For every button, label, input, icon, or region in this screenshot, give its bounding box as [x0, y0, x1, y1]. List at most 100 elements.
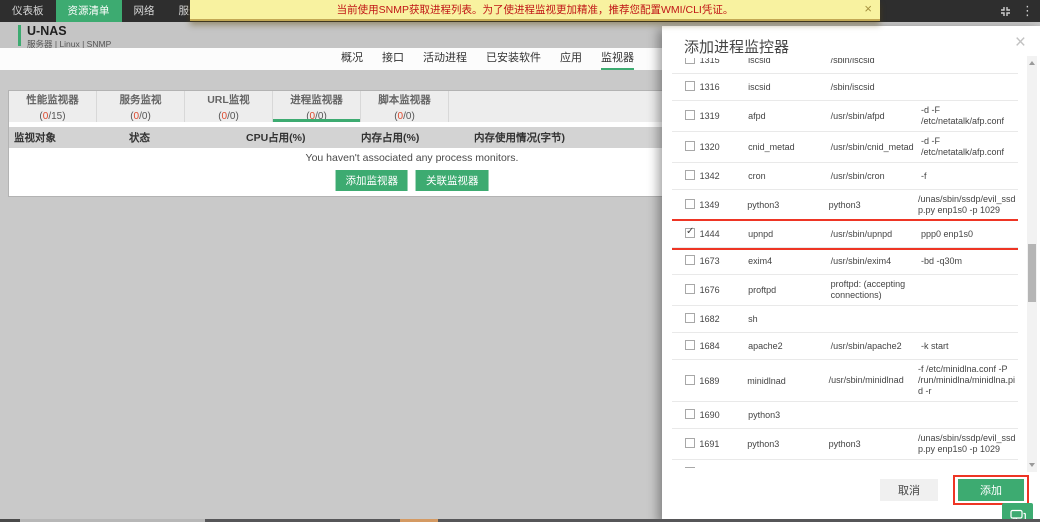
process-checkbox[interactable]: [685, 81, 695, 91]
process-name: apache2: [748, 341, 830, 351]
tab-applications[interactable]: 应用: [560, 48, 582, 70]
checkbox-cell: [672, 225, 700, 243]
process-row[interactable]: 1690 python3: [672, 402, 1018, 429]
process-name: minidlnad: [747, 376, 828, 386]
subtab-script-monitors[interactable]: 脚本监视器 (0/0): [361, 91, 449, 122]
process-path: /usr/sbin/minidlnad: [829, 375, 918, 386]
collapse-icon[interactable]: [1000, 6, 1011, 17]
tab-installed-software[interactable]: 已安装软件: [486, 48, 541, 70]
process-checkbox[interactable]: [685, 199, 695, 209]
scrollbar-thumb[interactable]: [1028, 244, 1036, 302]
add-monitor-button[interactable]: 添加监视器: [335, 170, 408, 191]
process-name: proftpd: [748, 285, 830, 295]
process-row[interactable]: 1349 python3 python3 /unas/sbin/ssdp/evi…: [672, 190, 1018, 221]
alert-close-icon[interactable]: ×: [864, 1, 872, 16]
menu-item-dashboard[interactable]: 仪表板: [0, 0, 56, 22]
process-path: /usr/sbin/upnpd: [831, 229, 921, 240]
subtab-label: 进程监视器: [273, 94, 360, 106]
process-checkbox[interactable]: [685, 313, 695, 323]
add-button[interactable]: 添加: [958, 479, 1024, 501]
process-checkbox[interactable]: [685, 170, 695, 180]
process-name: cron: [748, 171, 830, 181]
process-args: -d -F /etc/netatalk/afp.conf: [921, 105, 1018, 127]
tab-active-processes[interactable]: 活动进程: [423, 48, 467, 70]
process-checkbox[interactable]: [685, 409, 695, 419]
process-row[interactable]: 1342 cron /usr/sbin/cron -f: [672, 163, 1018, 190]
subtab-service-monitors[interactable]: 服务监视 (0/0): [97, 91, 185, 122]
process-pid: 1682: [700, 314, 749, 324]
host-accent-bar: [18, 25, 21, 46]
process-row[interactable]: 1315 iscsid /sbin/iscsid: [672, 58, 1018, 74]
process-pid: 1444: [700, 229, 749, 239]
process-name: exim4: [748, 256, 830, 266]
process-path: proftpd: (accepting connections): [831, 279, 921, 301]
process-path: /sbin/iscsid: [831, 58, 921, 66]
process-path: /usr/sbin/apache2: [831, 468, 921, 469]
subtab-performance-monitors[interactable]: 性能监视器 (0/15): [9, 91, 97, 122]
process-row[interactable]: 1319 afpd /usr/sbin/afpd -d -F /etc/neta…: [672, 101, 1018, 132]
process-path: /usr/sbin/apache2: [831, 341, 921, 352]
kebab-menu-icon[interactable]: ⋮: [1021, 0, 1034, 22]
tab-interfaces[interactable]: 接口: [382, 48, 404, 70]
process-rows: 1315 iscsid /sbin/iscsid 1316 iscsid /sb…: [672, 58, 1018, 468]
process-row[interactable]: 1682 sh: [672, 306, 1018, 333]
process-checkbox[interactable]: [685, 141, 695, 151]
checkbox-cell: [672, 107, 700, 125]
process-row[interactable]: 1691 python3 python3 /unas/sbin/ssdp/evi…: [672, 429, 1018, 460]
process-row[interactable]: 1320 cnid_metad /usr/sbin/cnid_metad -d …: [672, 132, 1018, 163]
process-pid: 1319: [700, 111, 749, 121]
process-pid: 1690: [700, 410, 749, 420]
column-status: 状态: [129, 130, 246, 145]
process-args: -k start: [921, 341, 1018, 352]
scroll-up-icon[interactable]: [1029, 61, 1035, 65]
process-pid: 1316: [700, 82, 749, 92]
process-checkbox[interactable]: [685, 438, 695, 448]
process-pid: 1320: [700, 142, 749, 152]
process-row[interactable]: 1444 upnpd /usr/sbin/upnpd ppp0 enp1s0: [672, 221, 1018, 248]
process-row[interactable]: 1676 proftpd proftpd: (accepting connect…: [672, 275, 1018, 306]
process-checkbox[interactable]: [685, 58, 695, 64]
process-checkbox[interactable]: [685, 340, 695, 350]
process-row[interactable]: 1694 apache2 /usr/sbin/apache2 -k start: [672, 460, 1018, 468]
menu-item-inventory[interactable]: 资源清单: [56, 0, 122, 22]
process-checkbox[interactable]: [685, 375, 695, 385]
device-tabbar: 概况 接口 活动进程 已安装软件 应用 监视器: [0, 48, 662, 70]
process-row[interactable]: 1684 apache2 /usr/sbin/apache2 -k start: [672, 333, 1018, 360]
process-checkbox[interactable]: [685, 228, 695, 238]
scroll-down-icon[interactable]: [1029, 463, 1035, 467]
checkbox-cell: [672, 78, 700, 96]
cancel-button[interactable]: 取消: [880, 479, 938, 501]
associate-monitor-button[interactable]: 关联监视器: [416, 170, 489, 191]
checkbox-cell: [672, 372, 699, 390]
process-pid: 1673: [700, 256, 749, 266]
subtab-count: (0/0): [306, 111, 327, 122]
tab-overview[interactable]: 概况: [341, 48, 363, 70]
subtab-process-monitors[interactable]: 进程监视器 (0/0): [273, 91, 361, 122]
process-checkbox[interactable]: [685, 255, 695, 265]
subtab-url-monitors[interactable]: URL监视 (0/0): [185, 91, 273, 122]
dialog-scrollbar[interactable]: [1027, 56, 1037, 472]
column-cpu-usage: CPU占用(%): [246, 130, 361, 145]
dialog-close-icon[interactable]: ×: [1015, 32, 1026, 54]
menu-item-network[interactable]: 网络: [122, 0, 167, 22]
process-checkbox[interactable]: [685, 110, 695, 120]
tab-monitors[interactable]: 监视器: [601, 48, 634, 70]
process-name: cnid_metad: [748, 142, 830, 152]
process-path: /sbin/iscsid: [831, 82, 921, 93]
process-path: /usr/sbin/afpd: [831, 111, 921, 122]
snmp-warning-text: 当前使用SNMP获取进程列表。为了使进程监视更加精准，推荐您配置WMI/CLI凭…: [337, 2, 734, 17]
process-path: /usr/sbin/cnid_metad: [831, 142, 921, 153]
process-checkbox[interactable]: [685, 467, 695, 468]
empty-state-text: You haven't associated any process monit…: [306, 152, 519, 164]
checkbox-cell: [672, 310, 700, 328]
process-name: iscsid: [748, 58, 830, 65]
process-row[interactable]: 1673 exim4 /usr/sbin/exim4 -bd -q30m: [672, 248, 1018, 275]
checkbox-cell: [672, 167, 700, 185]
subtab-count: (0/15): [39, 111, 65, 122]
subtab-label: 服务监视: [97, 94, 184, 106]
process-row[interactable]: 1689 minidlnad /usr/sbin/minidlnad -f /e…: [672, 360, 1018, 402]
process-args: ppp0 enp1s0: [921, 229, 1018, 240]
process-row[interactable]: 1316 iscsid /sbin/iscsid: [672, 74, 1018, 101]
process-checkbox[interactable]: [685, 284, 695, 294]
add-process-monitor-dialog: 添加进程监控器 × 1315 iscsid /sbin/iscsid 1316 …: [662, 26, 1040, 522]
